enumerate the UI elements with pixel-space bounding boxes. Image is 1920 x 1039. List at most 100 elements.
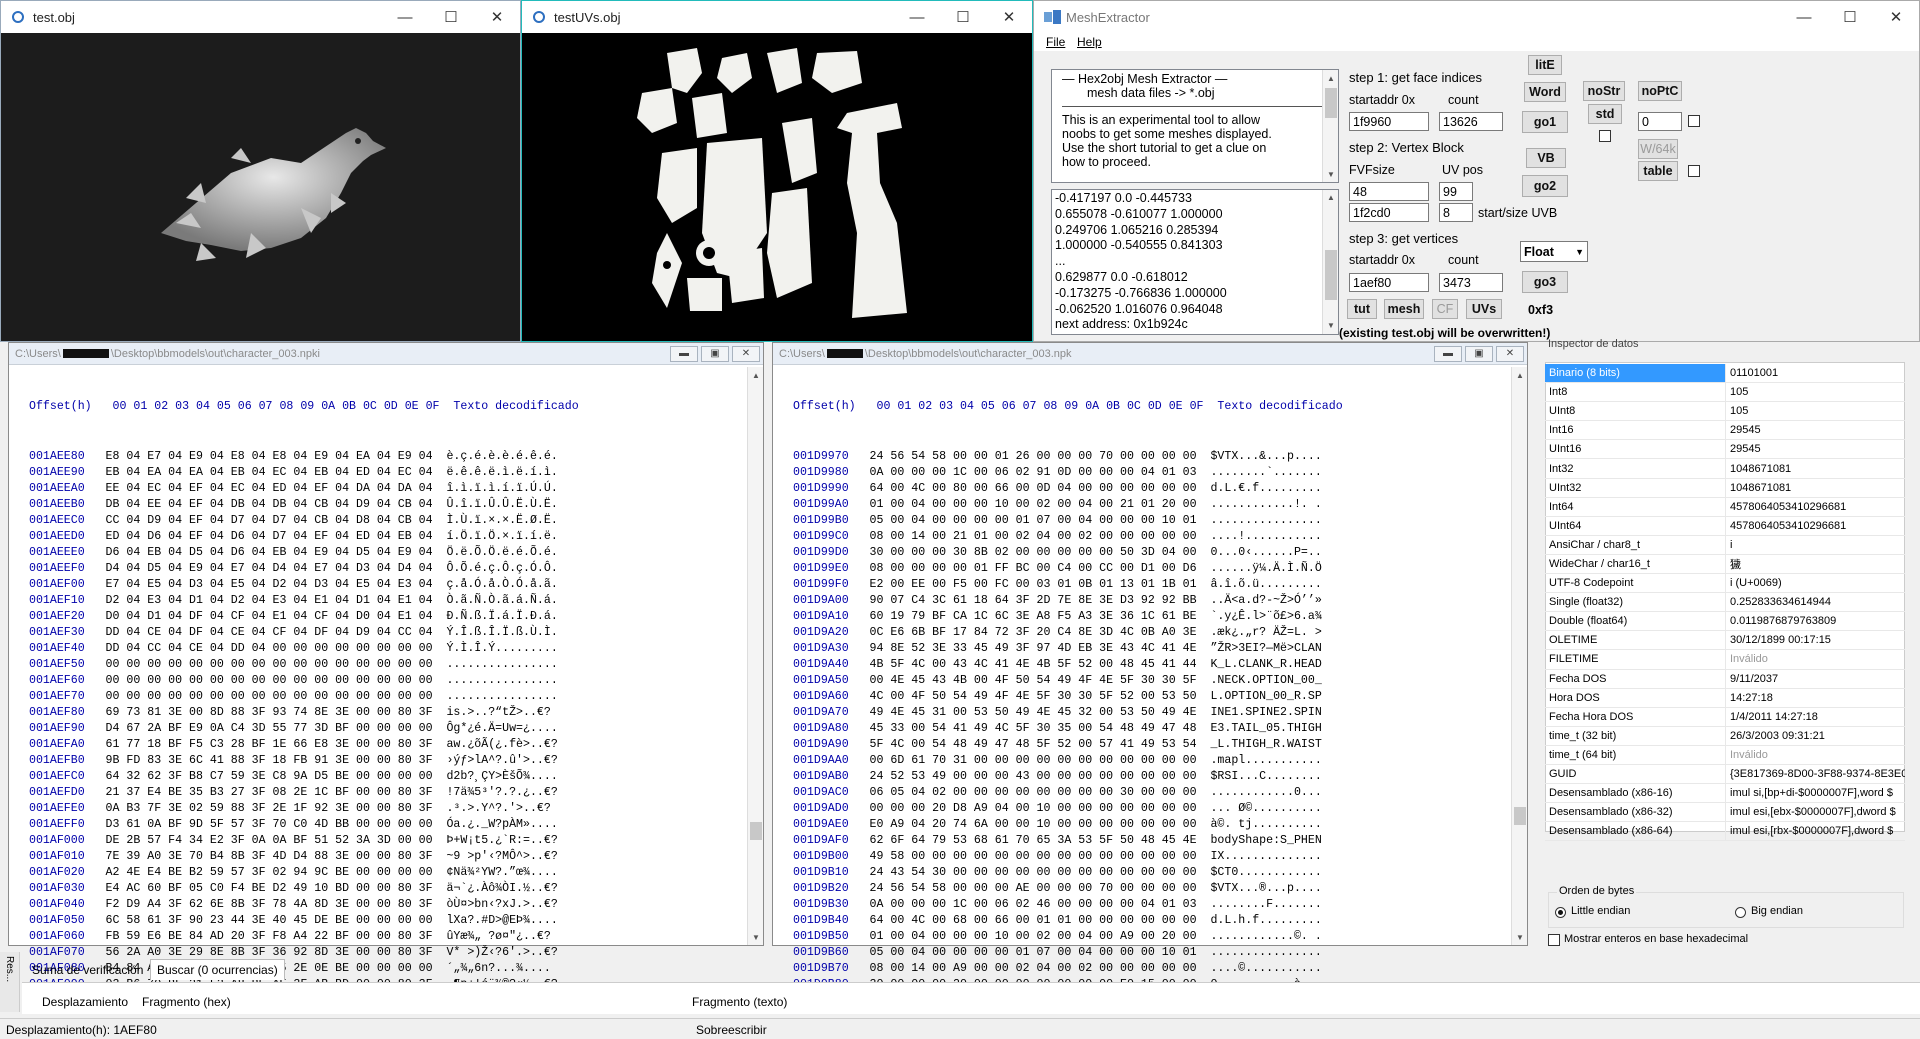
inspector-row[interactable]: FILETIME Inválido bbox=[1545, 650, 1905, 670]
row-text[interactable]: !7ä¾5³'?.?.¿..€? bbox=[446, 786, 557, 799]
row-bytes[interactable]: 4B 5F 4C 00 43 4C 41 4E 4B 5F 52 00 48 4… bbox=[870, 658, 1197, 671]
inspector-value[interactable]: 4578064053410296681 bbox=[1726, 517, 1905, 535]
row-text[interactable]: Ý.Î.ß.Î.Ï.ß.Ù.Ì. bbox=[446, 626, 557, 639]
row-bytes[interactable]: EE 04 EC 04 EF 04 EC 04 ED 04 EF 04 DA 0… bbox=[106, 482, 433, 495]
hex-row[interactable]: 001AEF30 DD 04 CE 04 DF 04 CE 04 CF 04 D… bbox=[29, 625, 747, 641]
inspector-row[interactable]: UInt32 1048671081 bbox=[1545, 478, 1905, 498]
inspector-value[interactable]: i (U+0069) bbox=[1726, 574, 1905, 592]
hex-row[interactable]: 001AEEB0 DB 04 EE 04 EF 04 DB 04 DB 04 C… bbox=[29, 497, 747, 513]
inspector-value[interactable]: 0.252833634614944 bbox=[1726, 593, 1905, 611]
row-text[interactable]: â.î.õ.ü......... bbox=[1210, 578, 1321, 591]
close-icon[interactable]: ✕ bbox=[474, 1, 520, 33]
tab-checksum[interactable]: Suma de verificación bbox=[32, 963, 143, 977]
row-text[interactable]: ................ bbox=[1210, 946, 1321, 959]
inspector-value[interactable]: 1048671081 bbox=[1726, 459, 1905, 477]
row-bytes[interactable]: E8 04 E7 04 E9 04 E8 04 E8 04 E9 04 EA 0… bbox=[106, 450, 433, 463]
col-offset[interactable]: Desplazamiento bbox=[42, 995, 128, 1009]
maximize-icon[interactable]: ☐ bbox=[428, 1, 474, 33]
inspector-row[interactable]: Desensamblado (x86-16) imul si,[bp+di-$00… bbox=[1545, 784, 1905, 804]
row-text[interactable]: Ö.ë.Õ.Ö.ë.é.Õ.é. bbox=[446, 546, 557, 559]
nostr-button[interactable]: noStr bbox=[1583, 81, 1625, 101]
row-text[interactable]: ................ bbox=[446, 658, 557, 671]
hex-row[interactable]: 001D9A00 90 07 C4 3C 61 18 64 3F 2D 7E 8… bbox=[793, 593, 1511, 609]
row-bytes[interactable]: 00 00 00 00 00 00 00 00 00 00 00 00 00 0… bbox=[106, 690, 433, 703]
row-bytes[interactable]: 08 00 00 00 00 01 FF BC 00 C4 00 CC 00 D… bbox=[870, 562, 1197, 575]
hex-row[interactable]: 001AF020 A2 4E E4 BE B2 59 57 3F 02 94 9… bbox=[29, 865, 747, 881]
inspector-row[interactable]: Binario (8 bits) 01101001 bbox=[1545, 364, 1905, 384]
inspector-value[interactable]: imul si,[bp+di-$0000007F],word $ bbox=[1726, 784, 1905, 802]
hex-row[interactable]: 001AEFC0 64 32 62 3F B8 C7 59 3E C8 9A D… bbox=[29, 769, 747, 785]
hex-row[interactable]: 001D9970 24 56 54 58 00 00 01 26 00 00 0… bbox=[793, 449, 1511, 465]
hex-row[interactable]: 001AEEE0 D6 04 EB 04 D5 04 D6 04 EB 04 E… bbox=[29, 545, 747, 561]
hex-row[interactable]: 001D99E0 08 00 00 00 00 01 FF BC 00 C4 0… bbox=[793, 561, 1511, 577]
row-bytes[interactable]: D0 04 D1 04 DF 04 CF 04 E1 04 CF 04 D0 0… bbox=[106, 610, 433, 623]
row-text[interactable]: Ð.Ñ.ß.Ï.á.Ï.Ð.á. bbox=[446, 610, 557, 623]
row-bytes[interactable]: 0A B3 7F 3E 02 59 88 3F 2E 1F 92 3E 00 0… bbox=[106, 802, 433, 815]
row-bytes[interactable]: 0A 00 00 00 1C 00 06 02 91 0D 00 00 00 0… bbox=[870, 466, 1197, 479]
inspector-value[interactable]: imul esi,[rbx-$0000007F],dword $ bbox=[1726, 822, 1905, 840]
hex-row[interactable]: 001AEF00 E7 04 E5 04 D3 04 E5 04 D2 04 D… bbox=[29, 577, 747, 593]
hex-row[interactable]: 001AEEC0 CC 04 D9 04 EF 04 D7 04 D7 04 C… bbox=[29, 513, 747, 529]
row-bytes[interactable]: 00 00 00 20 D8 A9 04 00 10 00 00 00 00 0… bbox=[870, 802, 1197, 815]
row-text[interactable]: Óa.¿._W?pÀM».... bbox=[446, 818, 557, 831]
inspector-row[interactable]: GUID {3E817369-8D00-3F88-9374-8E3E0 bbox=[1545, 764, 1905, 785]
inspector-row[interactable]: Double (float64) 0.0119876879763809 bbox=[1545, 612, 1905, 632]
hex-row[interactable]: 001AEFE0 0A B3 7F 3E 02 59 88 3F 2E 1F 9… bbox=[29, 801, 747, 817]
row-text[interactable]: .mapl........... bbox=[1210, 754, 1321, 767]
inspector-row[interactable]: UTF-8 Codepoint i (U+0069) bbox=[1545, 574, 1905, 594]
noptc-checkbox[interactable] bbox=[1688, 115, 1700, 127]
viewer-titlebar-2[interactable]: testUVs.obj — ☐ ✕ bbox=[522, 1, 1032, 33]
inspector-value[interactable]: 01101001 bbox=[1726, 364, 1905, 382]
row-text[interactable]: Ò.ã.Ñ.Ò.ã.á.Ñ.á. bbox=[446, 594, 557, 607]
row-bytes[interactable]: 64 00 4C 00 68 00 66 00 01 01 00 00 00 0… bbox=[870, 914, 1197, 927]
inspector-row[interactable]: Hora DOS 14:27:18 bbox=[1545, 688, 1905, 708]
inspector-row[interactable]: time_t (64 bit) Inválido bbox=[1545, 745, 1905, 765]
row-bytes[interactable]: 49 58 00 00 00 00 00 00 00 00 00 00 00 0… bbox=[870, 850, 1197, 863]
row-text[interactable]: ... Ø©.......... bbox=[1210, 802, 1321, 815]
row-bytes[interactable]: 45 33 00 54 41 49 4C 5F 30 35 00 54 48 4… bbox=[870, 722, 1197, 735]
row-bytes[interactable]: 0C E6 6B BF 17 84 72 3F 20 C4 8E 3D 4C 0… bbox=[870, 626, 1197, 639]
row-bytes[interactable]: 00 00 00 00 00 00 00 00 00 00 00 00 00 0… bbox=[106, 674, 433, 687]
inspector-value[interactable]: 9/11/2037 bbox=[1726, 670, 1905, 688]
row-text[interactable]: ............0... bbox=[1210, 786, 1321, 799]
row-text[interactable]: ›ýƒ>lA^?.û'>..€? bbox=[446, 754, 557, 767]
maximize-icon[interactable]: ☐ bbox=[1827, 1, 1873, 33]
row-text[interactable]: ç.å.Ó.å.Ò.Ó.å.ã. bbox=[446, 578, 557, 591]
row-bytes[interactable]: 7E 39 A0 3E 70 B4 8B 3F 4D D4 88 3E 00 0… bbox=[106, 850, 433, 863]
row-text[interactable]: ..Ä<a.d?-~Ž>Ó’’» bbox=[1210, 594, 1321, 607]
row-bytes[interactable]: D4 04 D5 04 E9 04 E7 04 D4 04 E7 04 D3 0… bbox=[106, 562, 433, 575]
row-text[interactable]: Û.î.ï.Û.Û.Ë.Ù.Ë. bbox=[446, 498, 557, 511]
row-bytes[interactable]: 24 52 53 49 00 00 00 43 00 00 00 00 00 0… bbox=[870, 770, 1197, 783]
minimize-icon[interactable]: — bbox=[1781, 1, 1827, 33]
row-text[interactable]: ....©........... bbox=[1210, 962, 1321, 975]
hex-integers-checkbox[interactable] bbox=[1548, 934, 1560, 946]
row-text[interactable]: _L.THIGH_R.WAIST bbox=[1210, 738, 1321, 751]
mesh-extractor-titlebar[interactable]: MeshExtractor — ☐ ✕ bbox=[1034, 1, 1919, 33]
row-text[interactable]: ´„­¾„6n?...¾.... bbox=[446, 962, 550, 975]
hex-row[interactable]: 001AF030 E4 AC 60 BF 05 C0 F4 BE D2 49 1… bbox=[29, 881, 747, 897]
row-bytes[interactable]: DB 04 EE 04 EF 04 DB 04 DB 04 CB 04 D9 0… bbox=[106, 498, 433, 511]
inspector-value[interactable]: 26/3/2003 09:31:21 bbox=[1726, 727, 1905, 745]
inspector-row[interactable]: Fecha DOS 9/11/2037 bbox=[1545, 669, 1905, 689]
row-bytes[interactable]: F2 D9 A4 3F 62 6E 8B 3F 78 4A 8D 3E 00 0… bbox=[106, 898, 433, 911]
row-bytes[interactable]: DD 04 CC 04 CE 04 DD 04 00 00 00 00 00 0… bbox=[106, 642, 433, 655]
row-bytes[interactable]: D3 61 0A BF 9D 5F 57 3F 70 C0 4D BB 00 0… bbox=[106, 818, 433, 831]
row-text[interactable]: lXa?.#D>@EÞ¾.... bbox=[446, 914, 557, 927]
inspector-row[interactable]: UInt16 29545 bbox=[1545, 440, 1905, 460]
vb-button[interactable]: VB bbox=[1526, 148, 1566, 168]
row-text[interactable]: Ì.Ù.ï.×.×.Ë.Ø.Ë. bbox=[446, 514, 557, 527]
row-text[interactable]: d.L.€.f......... bbox=[1210, 482, 1321, 495]
row-bytes[interactable]: D4 67 2A BF E9 0A C4 3D 55 77 3D BF 00 0… bbox=[106, 722, 433, 735]
row-bytes[interactable]: 64 00 4C 00 80 00 66 00 0D 04 00 00 00 0… bbox=[870, 482, 1197, 495]
row-text[interactable]: $VTX...®...p.... bbox=[1210, 882, 1321, 895]
hex-row[interactable]: 001D9AB0 24 52 53 49 00 00 00 43 00 00 0… bbox=[793, 769, 1511, 785]
hex-left-scrollbar[interactable]: ▲ ▼ bbox=[747, 367, 763, 945]
uvb-start-input[interactable]: 1f2cd0 bbox=[1349, 203, 1429, 222]
hex-row[interactable]: 001D99D0 30 00 00 00 30 8B 02 00 00 00 0… bbox=[793, 545, 1511, 561]
hex-row[interactable]: 001D99A0 01 00 04 00 00 00 10 00 02 00 0… bbox=[793, 497, 1511, 513]
row-bytes[interactable]: E7 04 E5 04 D3 04 E5 04 D2 04 D3 04 E5 0… bbox=[106, 578, 433, 591]
row-bytes[interactable]: 24 43 54 30 00 00 00 00 00 00 00 00 00 0… bbox=[870, 866, 1197, 879]
minimize-icon[interactable]: — bbox=[894, 1, 940, 33]
row-bytes[interactable]: EB 04 EA 04 EA 04 EB 04 EC 04 EB 04 ED 0… bbox=[106, 466, 433, 479]
inspector-value[interactable]: 29545 bbox=[1726, 440, 1905, 458]
